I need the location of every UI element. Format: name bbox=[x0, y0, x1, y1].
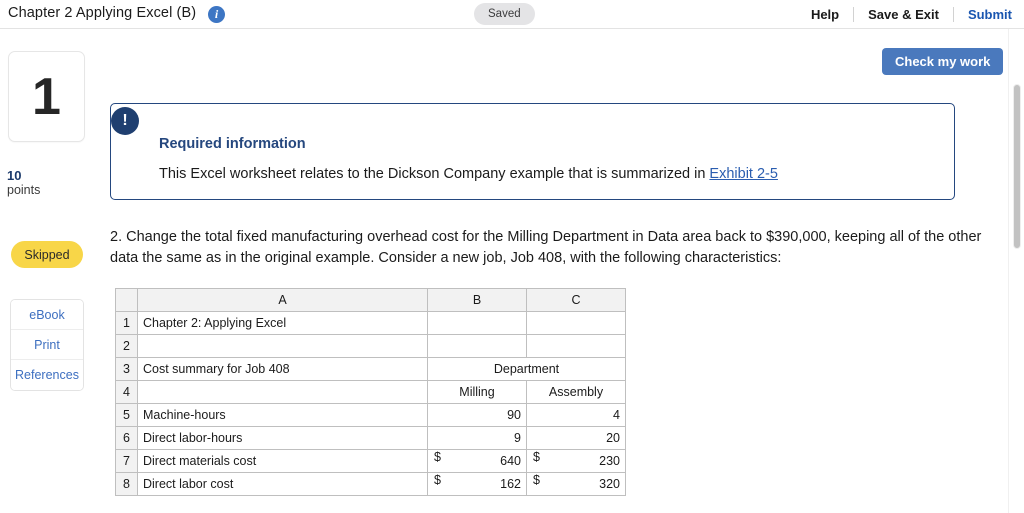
cell-a4[interactable] bbox=[137, 380, 428, 404]
cell-b7[interactable]: $640 bbox=[427, 449, 527, 473]
cell-b8[interactable]: $162 bbox=[427, 472, 527, 496]
cell-c2[interactable] bbox=[526, 334, 626, 358]
cell-a7[interactable]: Direct materials cost bbox=[137, 449, 428, 473]
currency-symbol: $ bbox=[533, 450, 540, 465]
row-header-6[interactable]: 6 bbox=[115, 426, 138, 450]
top-bar-actions: Help Save & Exit Submit bbox=[797, 0, 1014, 29]
row-header-8[interactable]: 8 bbox=[115, 472, 138, 496]
scrollbar-thumb[interactable] bbox=[1013, 84, 1021, 249]
table-row: 4 Milling Assembly bbox=[115, 380, 626, 404]
column-header-a[interactable]: A bbox=[137, 288, 428, 312]
cell-c8[interactable]: $320 bbox=[526, 472, 626, 496]
status-badge: Skipped bbox=[11, 241, 83, 268]
cell-b7-value: 640 bbox=[500, 454, 521, 468]
row-header-1[interactable]: 1 bbox=[115, 311, 138, 335]
cell-b8-value: 162 bbox=[500, 477, 521, 491]
spreadsheet-table: A B C 1 Chapter 2: Applying Excel 2 3 Co… bbox=[115, 288, 626, 496]
references-button[interactable]: References bbox=[11, 360, 83, 390]
cell-b5[interactable]: 90 bbox=[427, 403, 527, 427]
cell-c6[interactable]: 20 bbox=[526, 426, 626, 450]
print-button[interactable]: Print bbox=[11, 330, 83, 360]
cell-c7-value: 230 bbox=[599, 454, 620, 468]
required-information-banner: ! Required information This Excel worksh… bbox=[110, 103, 955, 200]
cell-b2[interactable] bbox=[427, 334, 527, 358]
main-content: Check my work ! Required information Thi… bbox=[100, 29, 1008, 513]
cell-a2[interactable] bbox=[137, 334, 428, 358]
banner-text: This Excel worksheet relates to the Dick… bbox=[159, 166, 778, 182]
cell-b4[interactable]: Milling bbox=[427, 380, 527, 404]
table-row: 1 Chapter 2: Applying Excel bbox=[115, 311, 626, 335]
cell-c8-value: 320 bbox=[599, 477, 620, 491]
question-sidebar: 1 10 points Skipped eBook Print Referenc… bbox=[0, 29, 100, 513]
page-title: Chapter 2 Applying Excel (B) bbox=[8, 5, 197, 21]
exhibit-link[interactable]: Exhibit 2-5 bbox=[709, 166, 778, 182]
cell-b6[interactable]: 9 bbox=[427, 426, 527, 450]
table-row: 3 Cost summary for Job 408 Department bbox=[115, 357, 626, 381]
table-row: 7 Direct materials cost $640 $230 bbox=[115, 449, 626, 473]
cell-a3[interactable]: Cost summary for Job 408 bbox=[137, 357, 428, 381]
info-icon[interactable]: i bbox=[208, 6, 225, 23]
cell-c4[interactable]: Assembly bbox=[526, 380, 626, 404]
row-header-5[interactable]: 5 bbox=[115, 403, 138, 427]
cell-a1[interactable]: Chapter 2: Applying Excel bbox=[137, 311, 428, 335]
table-row: 8 Direct labor cost $162 $320 bbox=[115, 472, 626, 496]
cell-c7[interactable]: $230 bbox=[526, 449, 626, 473]
cell-department-header[interactable]: Department bbox=[427, 357, 626, 381]
table-row: 6 Direct labor-hours 9 20 bbox=[115, 426, 626, 450]
row-header-3[interactable]: 3 bbox=[115, 357, 138, 381]
currency-symbol: $ bbox=[533, 473, 540, 488]
row-header-7[interactable]: 7 bbox=[115, 449, 138, 473]
saved-status-badge: Saved bbox=[474, 3, 535, 25]
currency-symbol: $ bbox=[434, 450, 441, 465]
check-my-work-button[interactable]: Check my work bbox=[882, 48, 1004, 75]
top-bar: Chapter 2 Applying Excel (B) i Saved Hel… bbox=[0, 0, 1024, 29]
cell-c5[interactable]: 4 bbox=[526, 403, 626, 427]
table-row: 5 Machine-hours 90 4 bbox=[115, 403, 626, 427]
corner-cell bbox=[115, 288, 138, 312]
row-header-4[interactable]: 4 bbox=[115, 380, 138, 404]
table-row: 2 bbox=[115, 334, 626, 358]
points-label: points bbox=[7, 183, 41, 197]
banner-title: Required information bbox=[159, 136, 306, 152]
question-number-box: 1 bbox=[8, 51, 85, 142]
cell-c1[interactable] bbox=[526, 311, 626, 335]
question-text: 2. Change the total fixed manufacturing … bbox=[110, 229, 982, 266]
submit-link[interactable]: Submit bbox=[954, 7, 1014, 22]
help-link[interactable]: Help bbox=[797, 7, 853, 22]
currency-symbol: $ bbox=[434, 473, 441, 488]
column-header-c[interactable]: C bbox=[526, 288, 626, 312]
banner-text-body: This Excel worksheet relates to the Dick… bbox=[159, 166, 710, 182]
cell-a5[interactable]: Machine-hours bbox=[137, 403, 428, 427]
cell-b1[interactable] bbox=[427, 311, 527, 335]
resource-button-group: eBook Print References bbox=[10, 299, 84, 391]
exclamation-icon: ! bbox=[111, 107, 139, 135]
cell-a8[interactable]: Direct labor cost bbox=[137, 472, 428, 496]
question-number: 1 bbox=[32, 67, 61, 126]
row-header-2[interactable]: 2 bbox=[115, 334, 138, 358]
cell-a6[interactable]: Direct labor-hours bbox=[137, 426, 428, 450]
ebook-button[interactable]: eBook bbox=[11, 300, 83, 330]
table-column-header-row: A B C bbox=[115, 288, 626, 312]
points-value: 10 bbox=[7, 168, 22, 183]
vertical-scrollbar[interactable] bbox=[1008, 29, 1024, 513]
column-header-b[interactable]: B bbox=[427, 288, 527, 312]
save-and-exit-link[interactable]: Save & Exit bbox=[854, 7, 953, 22]
